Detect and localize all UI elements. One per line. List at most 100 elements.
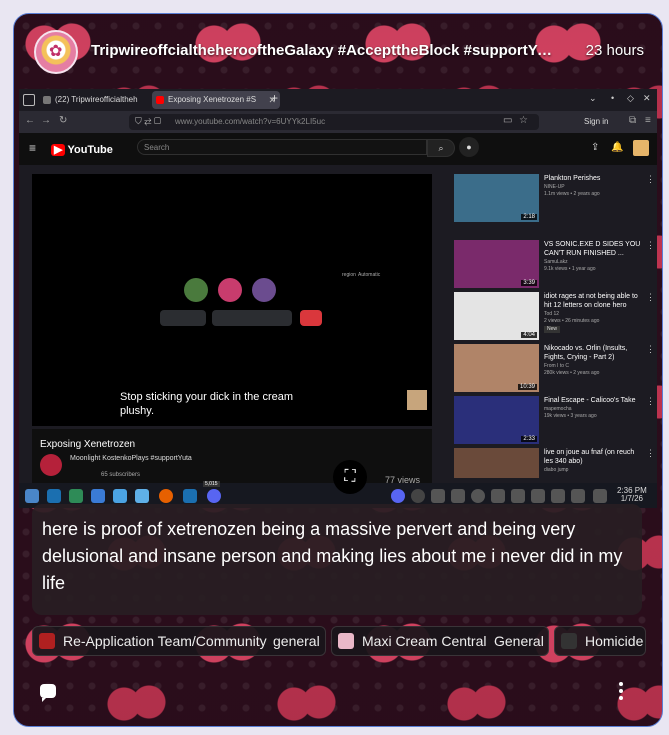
files-icon[interactable] xyxy=(113,489,127,503)
terminal-icon[interactable] xyxy=(91,489,105,503)
media-icon[interactable] xyxy=(471,489,485,503)
forward-icon[interactable]: → xyxy=(41,115,51,126)
browser-tabbar: (22) Tripwireofficialtheh ✕ Exposing Xen… xyxy=(19,89,657,111)
suggested-video[interactable]: 4:04 idiot rages at not being able to hi… xyxy=(449,292,657,342)
participant-avatar xyxy=(218,278,242,302)
video-thumbnail[interactable]: 10:39 xyxy=(454,344,539,392)
video-channel: SamuLakz xyxy=(544,259,568,265)
video-thumbnail[interactable]: 3:39 xyxy=(454,240,539,288)
more-icon[interactable]: ⋮ xyxy=(646,174,655,185)
close-window-icon[interactable]: ✕ xyxy=(643,93,651,104)
message-box: here is proof of xetrenozen being a mass… xyxy=(32,504,642,615)
upload-icon[interactable]: ⇪ xyxy=(591,142,599,153)
back-icon[interactable]: ← xyxy=(25,115,35,126)
suggested-video[interactable]: live on joue au fnaf (on reuch les 340 a… xyxy=(449,448,657,478)
steam-tray-icon[interactable] xyxy=(411,489,425,503)
maximize-icon[interactable]: ◇ xyxy=(627,93,634,104)
channel-chip[interactable]: Re-Application Team/Community general xyxy=(32,626,326,656)
server-name: Re-Application Team/Community xyxy=(63,633,267,649)
youtube-logo[interactable]: ▶ YouTube xyxy=(51,143,113,156)
clock[interactable]: 2:36 PM 1/7/26 xyxy=(617,487,647,503)
extensions-icon[interactable]: ⧉ xyxy=(629,115,636,126)
tab-favicon-icon xyxy=(43,96,51,104)
reader-icon[interactable]: ▭ xyxy=(503,115,512,126)
video-title[interactable]: Plankton Perishes xyxy=(544,174,644,183)
account-avatar[interactable] xyxy=(633,140,649,156)
volume-icon[interactable] xyxy=(491,489,505,503)
video-title[interactable]: Final Escape - Calicoo's Take xyxy=(544,396,644,405)
suggested-video[interactable]: 2:33 Final Escape - Calicoo's Take mapem… xyxy=(449,396,657,446)
video-thumbnail[interactable]: 2:33 xyxy=(454,396,539,444)
channel-avatar[interactable] xyxy=(40,454,62,476)
search-input[interactable]: Search xyxy=(137,139,427,155)
minimize-icon[interactable]: • xyxy=(611,93,614,103)
menu-icon[interactable]: ≡ xyxy=(645,115,651,126)
video-title[interactable]: idiot rages at not being able to hit 12 … xyxy=(544,292,644,310)
firefox-icon[interactable] xyxy=(159,489,173,503)
start-menu-icon[interactable] xyxy=(25,489,39,503)
wifi-icon[interactable] xyxy=(551,489,565,503)
search-icon[interactable]: ⌕ xyxy=(427,139,455,157)
sign-in-button[interactable]: Sign in xyxy=(584,117,608,126)
video-thumbnail[interactable]: 4:04 xyxy=(454,292,539,340)
bookmark-star-icon[interactable]: ☆ xyxy=(519,115,528,126)
channel-name: general xyxy=(273,633,320,649)
video-title: Exposing Xenetrozen xyxy=(40,439,136,450)
battery-icon[interactable] xyxy=(571,489,585,503)
channel-chip[interactable]: Homicide xyxy=(554,626,646,656)
avatar[interactable]: ✿ xyxy=(34,30,78,74)
suggested-video[interactable]: 3:39 VS SONIC.EXE D SIDES YOU CAN'T RUN … xyxy=(449,240,657,290)
more-icon[interactable]: ⋮ xyxy=(646,448,655,459)
tab-list-icon[interactable] xyxy=(23,94,35,106)
tab-label: Exposing Xenetrozen #S xyxy=(168,95,257,104)
post-card[interactable]: ✿ TripwireoffcialtheherooftheGalaxy #Acc… xyxy=(13,13,663,727)
app-icon[interactable] xyxy=(69,489,83,503)
store-icon[interactable] xyxy=(135,489,149,503)
url-bar[interactable]: ⛉ ⇄ ▢ www.youtube.com/watch?v=6UYYk2LI5u… xyxy=(129,114,539,130)
clipboard-icon[interactable] xyxy=(431,489,445,503)
chat-bubble-icon[interactable] xyxy=(40,684,56,702)
more-icon[interactable]: ⋮ xyxy=(646,240,655,251)
browser-tab-2[interactable]: Exposing Xenetrozen #S ✕ xyxy=(152,91,280,109)
hamburger-icon[interactable]: ≡ xyxy=(29,141,36,155)
youtube-topbar: ≡ ▶ YouTube Search ⌕ ● ⇪ 🔔 xyxy=(19,133,657,165)
channel-chip[interactable]: Maxi Cream Central General xyxy=(331,626,549,656)
channel-name[interactable]: Moonlight KostenkoPlays #supportYuta xyxy=(70,455,192,462)
video-player[interactable]: region Automatic Stop sticking your dick… xyxy=(32,174,432,426)
vertical-dots-icon[interactable] xyxy=(618,682,624,700)
chevron-down-icon[interactable]: ⌄ xyxy=(589,93,597,104)
suggested-video[interactable]: 2:18 Plankton Perishes NINE-UP 1.1m view… xyxy=(449,174,657,224)
video-thumbnail[interactable] xyxy=(454,448,539,478)
participant-avatar xyxy=(252,278,276,302)
username[interactable]: TripwireoffcialtheherooftheGalaxy #Accep… xyxy=(91,42,561,59)
video-meta: 9.1k views • 1 year ago xyxy=(544,266,596,272)
video-thumbnail[interactable]: 2:18 xyxy=(454,174,539,222)
video-title[interactable]: live on joue au fnaf (on reuch les 340 a… xyxy=(544,448,644,466)
server-icon xyxy=(39,633,55,649)
suggested-video[interactable]: 10:39 Nikocado vs. Orlin (Insults, Fight… xyxy=(449,344,657,394)
new-tab-icon[interactable]: + xyxy=(271,91,278,105)
brightness-icon[interactable] xyxy=(511,489,525,503)
channel-list: Re-Application Team/Community general Ma… xyxy=(32,624,662,656)
server-name: Maxi Cream Central xyxy=(362,633,487,649)
bell-icon[interactable]: 🔔 xyxy=(611,142,623,153)
discord-icon[interactable] xyxy=(207,489,221,503)
channel-name: General xyxy=(494,633,544,649)
video-title[interactable]: VS SONIC.EXE D SIDES YOU CAN'T RUN FINIS… xyxy=(544,240,644,258)
chevron-up-icon[interactable] xyxy=(593,489,607,503)
steam-icon[interactable] xyxy=(47,489,61,503)
more-icon[interactable]: ⋮ xyxy=(646,396,655,407)
steam-icon[interactable] xyxy=(183,489,197,503)
reload-icon[interactable]: ↻ xyxy=(59,115,67,126)
bluetooth-icon[interactable] xyxy=(531,489,545,503)
more-icon[interactable]: ⋮ xyxy=(646,292,655,303)
mic-icon[interactable]: ● xyxy=(459,137,479,157)
browser-tab-1[interactable]: (22) Tripwireofficialtheh ✕ xyxy=(39,91,165,109)
battery-tray-icon[interactable] xyxy=(451,489,465,503)
fullscreen-icon[interactable]: ⛶ xyxy=(333,460,367,494)
video-title[interactable]: Nikocado vs. Orlin (Insults, Fights, Cry… xyxy=(544,344,644,362)
discord-tray-icon[interactable] xyxy=(391,489,405,503)
attached-screenshot[interactable]: (22) Tripwireofficialtheh ✕ Exposing Xen… xyxy=(19,89,657,508)
more-icon[interactable]: ⋮ xyxy=(646,344,655,355)
video-channel: mapemocha xyxy=(544,406,572,412)
